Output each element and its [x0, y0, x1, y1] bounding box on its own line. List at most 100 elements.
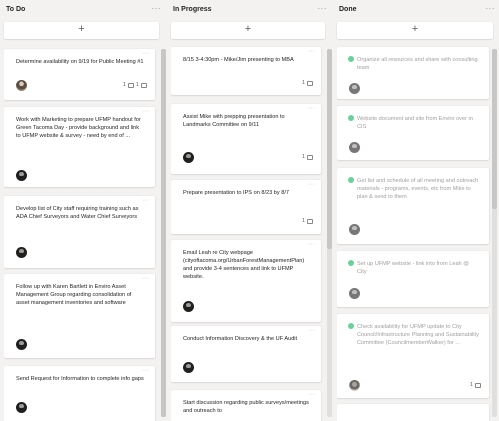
task-title: Set up UFMP website - link into from Lea… [357, 261, 469, 275]
task-card[interactable]: ··· Work with Marketing to prepare UFMP … [4, 107, 155, 187]
card-more-icon[interactable]: ··· [308, 241, 315, 248]
planner-board: To Do ··· + ··· Determine availability o… [0, 0, 499, 421]
completed-check-icon[interactable] [348, 177, 354, 183]
more-options-icon[interactable]: ··· [318, 4, 328, 13]
checklist-icon [307, 80, 313, 86]
assignee-avatar[interactable] [183, 152, 194, 163]
checklist-count: 1 [302, 218, 305, 224]
task-title: Develop list of City staff requiring tra… [16, 206, 139, 220]
assignee-avatar[interactable] [349, 224, 360, 235]
checklist-count: 1 [123, 82, 126, 88]
vertical-scrollbar[interactable] [492, 49, 497, 417]
assignee-avatar[interactable] [183, 362, 194, 373]
assignee-avatar[interactable] [349, 288, 360, 299]
checklist-icon [475, 382, 481, 388]
task-card[interactable]: ··· Follow up with Karen Bartlett in Env… [4, 274, 155, 358]
task-title: Follow up with Karen Bartlett in Enviro … [16, 284, 132, 306]
assignee-avatar[interactable] [183, 301, 194, 312]
bucket-in-progress: In Progress ··· + ··· 8/15 3-4:30pm - Mi… [171, 0, 332, 421]
task-title: Send Request for Information to complete… [16, 376, 144, 382]
card-more-icon[interactable]: ··· [308, 391, 315, 398]
comment-count: 1 [136, 82, 139, 88]
scrollbar-thumb[interactable] [161, 49, 166, 417]
card-more-icon[interactable]: ··· [308, 181, 315, 188]
more-options-icon[interactable]: ··· [486, 4, 496, 13]
plus-icon: + [411, 23, 419, 35]
card-indicators: 1 [302, 154, 313, 160]
card-more-icon[interactable]: ··· [142, 197, 149, 204]
task-title: 8/15 3-4:30pm - Mike/Jim presenting to M… [183, 57, 294, 63]
bucket-title: To Do [6, 6, 26, 13]
bucket-title: In Progress [173, 6, 212, 13]
vertical-scrollbar[interactable] [327, 49, 332, 417]
task-title: Get list and schedule of all meeting and… [357, 178, 479, 200]
task-card[interactable]: Check availability for UFMP update to Ci… [337, 314, 489, 398]
add-task-button[interactable]: + [4, 22, 159, 39]
bucket-header: Done ··· [337, 4, 499, 18]
task-title: Determine availability on 9/19 for Publi… [16, 59, 144, 65]
assignee-avatar[interactable] [349, 83, 360, 94]
task-card[interactable]: ··· Develop list of City staff requiring… [4, 196, 155, 268]
plus-icon: + [78, 23, 85, 35]
completed-check-icon[interactable] [348, 115, 354, 121]
task-title: Email Leah re City webpage (cityoftacoma… [183, 250, 305, 280]
task-card[interactable]: ··· Start discussion regarding public su… [171, 390, 321, 421]
task-card[interactable]: ··· Send Request for Information to comp… [4, 366, 155, 421]
card-indicators: 1 [302, 80, 313, 86]
task-card[interactable]: ··· Assist Mike with prepping presentati… [171, 104, 321, 174]
completed-check-icon[interactable] [348, 260, 354, 266]
assignee-avatar[interactable] [349, 380, 360, 391]
task-title: Organize all resources and share with co… [357, 57, 478, 71]
vertical-scrollbar[interactable] [161, 49, 166, 417]
task-list: ··· Determine availability on 9/19 for P… [4, 44, 165, 421]
add-task-button[interactable]: + [337, 22, 493, 39]
task-title: Work with Marketing to prepare UFMP hand… [16, 117, 141, 139]
completed-check-icon[interactable] [348, 323, 354, 329]
task-card[interactable]: Organize all resources and share with co… [337, 47, 489, 99]
assignee-avatar[interactable] [16, 339, 27, 350]
add-task-button[interactable]: + [171, 22, 325, 39]
task-card[interactable]: ··· Prepare presentation to IPS on 8/23 … [171, 180, 321, 234]
card-more-icon[interactable]: ··· [142, 50, 149, 57]
card-more-icon[interactable]: ··· [142, 275, 149, 282]
task-card[interactable]: Get list and schedule of all meeting and… [337, 168, 489, 244]
checklist-icon [307, 218, 313, 224]
card-indicators: 1 1 [123, 82, 147, 88]
scrollbar-thumb[interactable] [492, 49, 497, 209]
task-card[interactable]: Website document and site from Enviro ov… [337, 106, 489, 160]
completed-check-icon[interactable] [348, 56, 354, 62]
task-list: Organize all resources and share with co… [337, 44, 499, 421]
checklist-icon [307, 154, 313, 160]
task-card[interactable] [337, 404, 489, 421]
assignee-avatar[interactable] [16, 247, 27, 258]
more-options-icon[interactable]: ··· [152, 4, 162, 13]
assignee-avatar[interactable] [16, 80, 27, 91]
assignee-avatar[interactable] [16, 170, 27, 181]
task-title: Website document and site from Enviro ov… [357, 116, 473, 130]
task-title: Start discussion regarding public survey… [183, 400, 309, 414]
comment-icon [141, 82, 147, 88]
task-card[interactable]: ··· Conduct Information Discovery & the … [171, 326, 321, 382]
bucket-header: In Progress ··· [171, 4, 331, 18]
task-list: ··· 8/15 3-4:30pm - Mike/Jim presenting … [171, 44, 331, 421]
card-indicators: 1 [302, 218, 313, 224]
task-title: Check availability for UFMP update to Ci… [357, 324, 479, 346]
task-title: Assist Mike with prepping presentation t… [183, 114, 285, 128]
bucket-title: Done [339, 6, 357, 13]
assignee-avatar[interactable] [16, 402, 27, 413]
assignee-avatar[interactable] [349, 142, 360, 153]
task-title: Conduct Information Discovery & the UF A… [183, 336, 298, 342]
bucket-header: To Do ··· [4, 4, 165, 18]
task-card[interactable]: ··· Email Leah re City webpage (cityofta… [171, 240, 321, 322]
card-more-icon[interactable]: ··· [308, 327, 315, 334]
checklist-count: 1 [302, 80, 305, 86]
task-card[interactable]: ··· Determine availability on 9/19 for P… [4, 49, 155, 100]
card-more-icon[interactable]: ··· [308, 48, 315, 55]
card-more-icon[interactable]: ··· [142, 108, 149, 115]
card-more-icon[interactable]: ··· [308, 105, 315, 112]
task-card[interactable]: ··· 8/15 3-4:30pm - Mike/Jim presenting … [171, 47, 321, 95]
scrollbar-thumb[interactable] [327, 49, 332, 249]
task-card[interactable]: Set up UFMP website - link into from Lea… [337, 251, 489, 307]
card-indicators: 1 [470, 382, 481, 388]
card-more-icon[interactable]: ··· [142, 367, 149, 374]
